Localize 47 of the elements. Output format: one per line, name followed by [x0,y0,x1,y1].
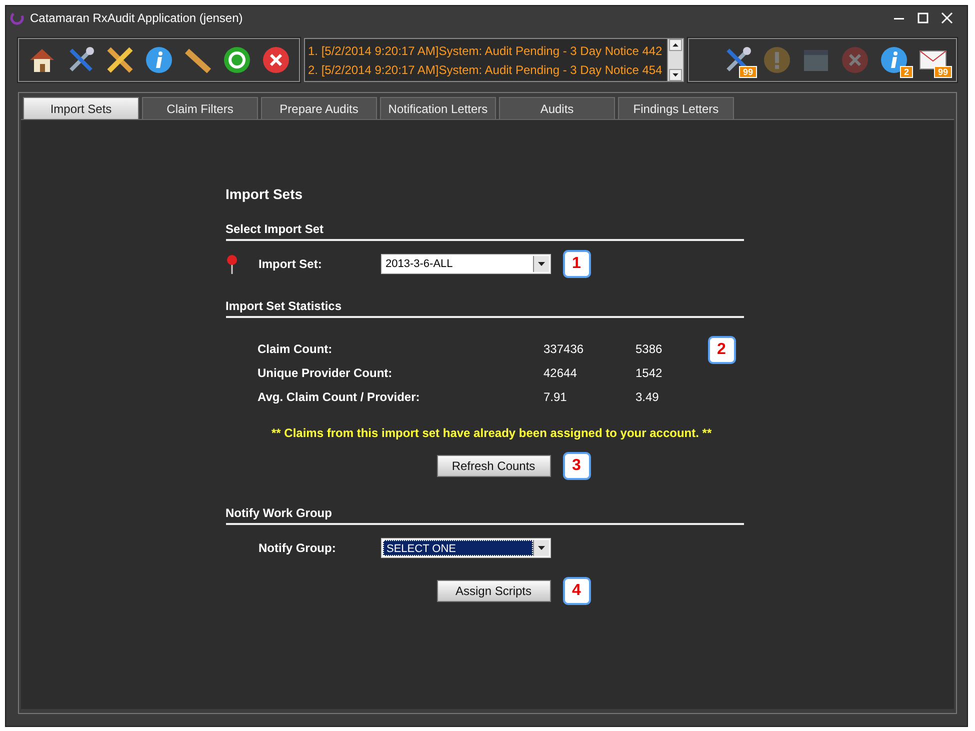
callout-number: 3 [562,452,590,480]
count-badge: 99 [738,66,757,78]
caret-icon[interactable] [532,256,548,272]
assign-scripts-button[interactable]: Assign Scripts [436,580,550,602]
message-item[interactable]: 2. [5/2/2014 9:20:17 AM]System: Audit Pending - 3 Day Notice 454 [308,62,664,76]
close-icon[interactable] [941,12,953,24]
import-set-dropdown[interactable]: 2013-3-6-ALL [380,254,550,274]
window-title: Catamaran RxAudit Application (jensen) [30,11,244,25]
callout-number: 1 [562,250,590,278]
maximize-icon[interactable] [917,12,929,24]
tab[interactable]: Import Sets [23,97,139,119]
message-item[interactable]: 1. [5/2/2014 9:20:17 AM]System: Audit Pending - 3 Day Notice 442 [308,44,664,58]
stat-value: 42644 [544,366,578,380]
field-label: Import Set: [258,257,323,271]
callout-number: 4 [562,577,590,605]
tab[interactable]: Notification Letters [380,97,496,119]
scrollbar[interactable] [667,39,683,81]
info-icon[interactable] [144,45,174,75]
callout-number: 2 [708,336,736,364]
tab[interactable]: Claim Filters [142,97,258,119]
stat-label: Claim Count: [258,342,334,356]
section-heading: Import Set Statistics [226,299,744,318]
pushpin-icon [224,254,238,274]
section-heading: Select Import Set [226,222,744,241]
form-title: Import Sets [226,186,304,202]
tab[interactable]: Findings Letters [618,97,734,119]
logo-icon [10,11,24,25]
stat-value: 7.91 [544,390,568,404]
field-label: Notify Group: [258,541,337,555]
close-icon[interactable] [261,45,291,75]
notify-group-dropdown[interactable]: SELECT ONE [380,538,550,558]
stat-value: 1542 [636,366,664,380]
tab[interactable]: Audits [499,97,615,119]
caret-icon[interactable] [532,540,548,556]
stat-label: Avg. Claim Count / Provider: [258,390,421,404]
section-heading: Notify Work Group [226,506,744,525]
refresh-counts-button[interactable]: Refresh Counts [436,455,550,477]
stat-label: Unique Provider Count: [258,366,394,380]
stat-value: 3.49 [636,390,660,404]
scroll-down-icon[interactable] [669,69,682,81]
notice-text: ** Claims from this import set have already been assigned to your account. ** [272,426,713,440]
count-badge: 2 [900,66,913,78]
stat-value: 5386 [636,342,664,356]
tab[interactable]: Prepare Audits [261,97,377,119]
count-badge: 99 [934,66,952,78]
stat-value: 337436 [544,342,585,356]
scroll-up-icon[interactable] [669,39,682,51]
